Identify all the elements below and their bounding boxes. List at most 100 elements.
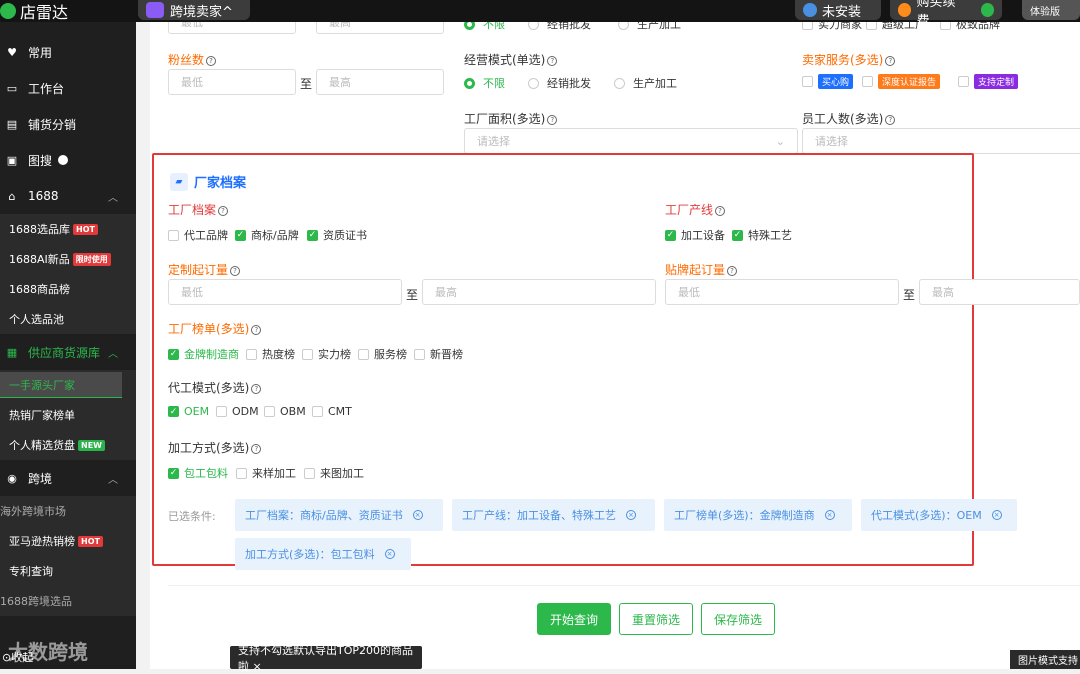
prev-radio-wholesale[interactable]: 经销批发 (528, 22, 591, 32)
check-strength-rank[interactable]: 实力榜 (302, 346, 351, 362)
selected-tag[interactable]: 工厂档案：商标/品牌、资质证书 × (235, 499, 443, 531)
oem-moq-max-input[interactable]: 最高 (919, 279, 1080, 305)
fans-min-input[interactable]: 最低 (168, 69, 296, 95)
close-icon[interactable]: × (824, 510, 835, 520)
sidebar: ♥ 常用 ▭ 工作台 ▤ 铺货分销 ▣ 图搜 ⌂ 1688 ︿ 1688选品库 … (0, 22, 136, 669)
help-icon[interactable]: ? (251, 383, 262, 394)
prev-radio-production[interactable]: 生产加工 (618, 22, 681, 32)
check-deep-report[interactable]: 深度认证报告 (862, 74, 941, 89)
check-new-rank[interactable]: 新晋榜 (414, 346, 463, 362)
selected-tag[interactable]: 工厂榜单(多选)：金牌制造商 × (664, 499, 852, 531)
check-cmt[interactable]: CMT (312, 405, 352, 418)
check-certificate[interactable]: ✓ 资质证书 (307, 227, 367, 243)
prev-max-input[interactable]: 最高 (316, 22, 444, 34)
sidebar-item-hot-factory[interactable]: 热销厂家榜单 (0, 400, 136, 430)
staff-select[interactable]: 请选择 (802, 128, 1080, 154)
renew-button[interactable]: 购买续费 (890, 0, 1002, 29)
checkbox-checked: ✓ (732, 229, 743, 241)
sidebar-section-1688[interactable]: ⌂ 1688 ︿ (0, 178, 136, 214)
help-icon[interactable]: ? (547, 114, 558, 125)
help-icon[interactable]: ? (230, 265, 241, 276)
checkbox-checked: ✓ (168, 406, 179, 417)
export-toast[interactable]: 支持不勾选默认导出TOP200的商品啦 × (230, 644, 422, 673)
close-icon[interactable]: × (384, 549, 395, 559)
close-icon[interactable]: × (412, 510, 423, 520)
check-trademark[interactable]: ✓ 商标/品牌 (235, 227, 299, 243)
check-oem-brand[interactable]: 代工品牌 (168, 227, 228, 243)
sidebar-item-image-search[interactable]: ▣ 图搜 (0, 142, 136, 178)
oem-moq-min-input[interactable]: 最低 (665, 279, 899, 305)
radio-circle (528, 77, 539, 89)
trial-badge[interactable]: 体验版 (1022, 0, 1080, 20)
sidebar-item-amazon[interactable]: 亚马逊热销榜 HOT (0, 526, 136, 556)
check-service-rank[interactable]: 服务榜 (358, 346, 407, 362)
sidebar-item-personal-pool[interactable]: 个人选品池 (0, 304, 136, 334)
sidebar-item-1688-rank[interactable]: 1688商品榜 (0, 274, 136, 304)
prev-min-input[interactable]: 最低 (168, 22, 296, 34)
chevron-up-icon: ︿ (108, 474, 118, 486)
save-filter-button[interactable]: 保存筛选 (701, 603, 775, 635)
check-oem[interactable]: ✓ OEM (168, 405, 209, 418)
check-gold-maker[interactable]: ✓ 金牌制造商 (168, 346, 239, 362)
app-logo[interactable]: 店雷达 (0, 0, 68, 22)
radio-unlimited[interactable]: 不限 (464, 75, 505, 91)
check-equipment[interactable]: ✓ 加工设备 (665, 227, 725, 243)
sidebar-item-patent[interactable]: 专利查询 (0, 556, 136, 586)
trial-label: 体验版 (1030, 6, 1060, 18)
help-icon[interactable]: ? (715, 205, 726, 216)
image-mode-toast[interactable]: 图片模式支持 (1010, 650, 1080, 669)
check-sample-processing[interactable]: 来样加工 (236, 465, 296, 481)
prev-max-placeholder: 最高 (329, 22, 351, 29)
custom-moq-max-input[interactable]: 最高 (422, 279, 656, 305)
check-special-craft[interactable]: ✓ 特殊工艺 (732, 227, 792, 243)
download-icon[interactable] (980, 3, 994, 17)
sidebar-section-supply[interactable]: ▦ 供应商货源库 ︿ (0, 334, 136, 370)
close-icon[interactable]: × (626, 510, 636, 520)
checkbox-checked: ✓ (168, 348, 179, 360)
cross-border-seller-button[interactable]: 跨境卖家^ (138, 0, 250, 20)
check-turnkey[interactable]: ✓ 包工包料 (168, 465, 228, 481)
check-drawing-processing[interactable]: 来图加工 (304, 465, 364, 481)
selected-tag[interactable]: 代工模式(多选)：OEM × (861, 499, 1017, 531)
custom-moq-label: 定制起订量? (168, 261, 241, 278)
help-icon[interactable]: ? (727, 265, 738, 276)
check-hot-rank[interactable]: 热度榜 (246, 346, 295, 362)
check-obm[interactable]: OBM (264, 405, 306, 418)
radio-wholesale[interactable]: 经销批发 (528, 75, 591, 91)
check-custom[interactable]: 支持定制 (958, 74, 1019, 89)
help-icon[interactable]: ? (547, 55, 558, 66)
sidebar-item-distribution[interactable]: ▤ 铺货分销 (0, 106, 136, 142)
sidebar-item-workbench[interactable]: ▭ 工作台 (0, 70, 136, 106)
buy-heart-tag: 买心购 (818, 74, 854, 89)
fans-max-input[interactable]: 最高 (316, 69, 444, 95)
help-icon[interactable]: ? (251, 443, 262, 454)
prev-check-strength[interactable]: 实力商家 (802, 22, 862, 32)
logo-text: 店雷达 (20, 3, 69, 22)
selected-tag[interactable]: 加工方式(多选)：包工包料 × (235, 538, 411, 570)
selected-tag[interactable]: 工厂产线：加工设备、特殊工艺 × (452, 499, 655, 531)
check-odm[interactable]: ODM (216, 405, 259, 418)
prev-radio-unlimited[interactable]: 不限 (464, 22, 505, 32)
start-query-button[interactable]: 开始查询 (537, 603, 611, 635)
chevron-up-icon: ︿ (108, 192, 118, 204)
sidebar-item-personal-goods[interactable]: 个人精选货盘 NEW (0, 430, 136, 460)
factory-area-select[interactable]: 请选择 ⌄ (464, 128, 798, 154)
sidebar-item-1688-ai-new[interactable]: 1688AI新品 限时使用 (0, 244, 136, 274)
help-icon[interactable]: ? (885, 114, 896, 125)
help-icon[interactable]: ? (206, 55, 217, 66)
help-icon[interactable]: ? (885, 55, 896, 66)
help-icon[interactable]: ? (218, 205, 229, 216)
help-icon[interactable]: ? (251, 324, 262, 335)
plugin-icon (803, 3, 817, 17)
sidebar-item-source-factory[interactable]: 一手源头厂家 (0, 372, 122, 398)
checkbox (302, 348, 313, 360)
radio-production[interactable]: 生产加工 (614, 75, 677, 91)
sidebar-item-1688-library[interactable]: 1688选品库 HOT (0, 214, 136, 244)
sidebar-section-cross[interactable]: ◉ 跨境 ︿ (0, 460, 136, 496)
reset-filter-button[interactable]: 重置筛选 (619, 603, 693, 635)
check-buy-heart[interactable]: 买心购 (802, 74, 854, 89)
not-installed-button[interactable]: 未安装 (795, 0, 881, 20)
sidebar-item-common[interactable]: ♥ 常用 (0, 34, 136, 70)
close-icon[interactable]: × (991, 510, 1002, 520)
custom-moq-min-input[interactable]: 最低 (168, 279, 402, 305)
